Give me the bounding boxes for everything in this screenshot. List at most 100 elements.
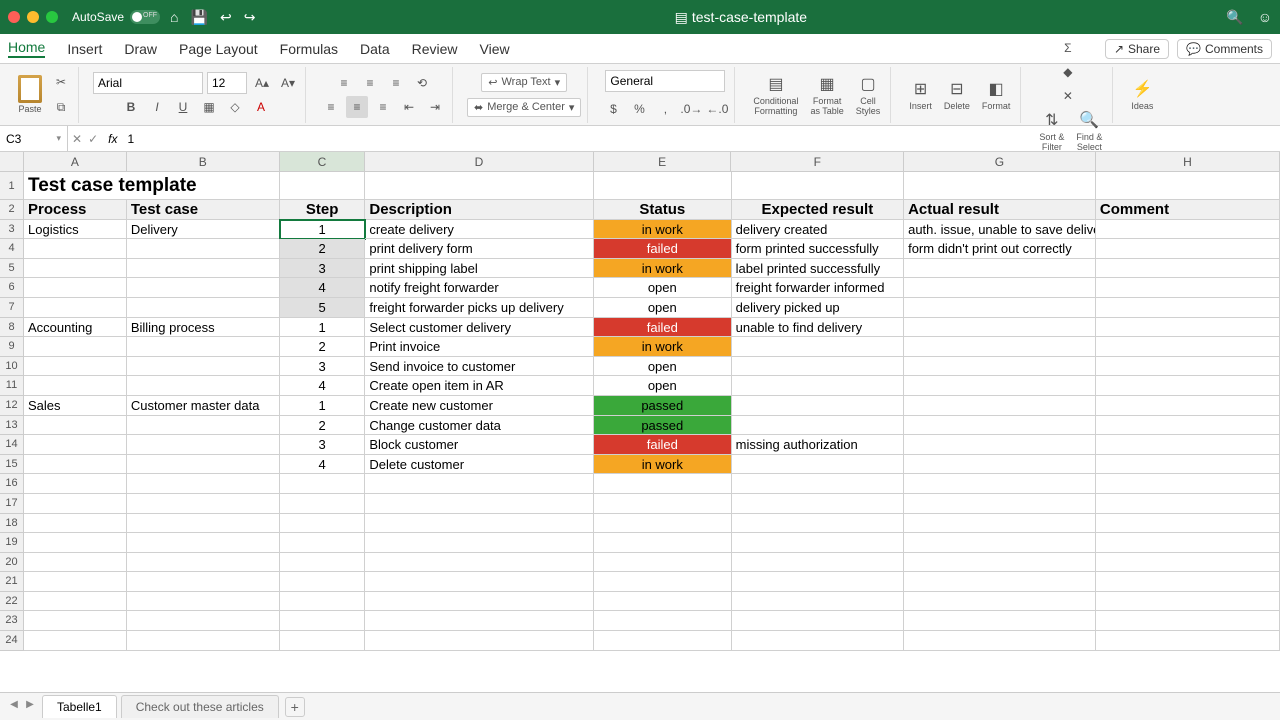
- cell[interactable]: [594, 474, 732, 494]
- cell[interactable]: [127, 239, 280, 259]
- cancel-formula-icon[interactable]: ✕: [72, 132, 82, 146]
- cell[interactable]: [732, 611, 904, 631]
- cell[interactable]: [904, 455, 1096, 475]
- cell[interactable]: [1096, 474, 1280, 494]
- cell[interactable]: 3: [280, 435, 365, 455]
- row-header-13[interactable]: 13: [0, 416, 24, 436]
- cell[interactable]: in work: [594, 220, 732, 240]
- cell[interactable]: [24, 278, 127, 298]
- prev-sheet-icon[interactable]: ◀: [6, 699, 22, 715]
- cell[interactable]: [127, 455, 280, 475]
- align-bottom-icon[interactable]: ≡: [385, 72, 407, 94]
- cell[interactable]: [904, 474, 1096, 494]
- cell[interactable]: Delete customer: [365, 455, 594, 475]
- format-cells-button[interactable]: ◧Format: [978, 78, 1015, 112]
- cell[interactable]: [127, 631, 280, 651]
- cell[interactable]: in work: [594, 259, 732, 279]
- row-header-10[interactable]: 10: [0, 357, 24, 377]
- row-header-4[interactable]: 4: [0, 239, 24, 259]
- cell[interactable]: [594, 611, 732, 631]
- cell[interactable]: in work: [594, 337, 732, 357]
- redo-icon[interactable]: ↪: [244, 9, 256, 26]
- percent-icon[interactable]: %: [628, 98, 650, 120]
- format-as-table-button[interactable]: ▦Format as Table: [806, 73, 847, 117]
- row-header-16[interactable]: 16: [0, 474, 24, 494]
- add-sheet-button[interactable]: +: [285, 697, 305, 717]
- font-size-select[interactable]: [207, 72, 247, 94]
- cell[interactable]: [1096, 455, 1280, 475]
- cell[interactable]: open: [594, 357, 732, 377]
- cell[interactable]: Accounting: [24, 318, 127, 338]
- tab-review[interactable]: Review: [412, 41, 458, 57]
- cell[interactable]: passed: [594, 416, 732, 436]
- cell[interactable]: [904, 611, 1096, 631]
- cell[interactable]: 5: [280, 298, 365, 318]
- cell[interactable]: Delivery: [127, 220, 280, 240]
- orientation-icon[interactable]: ⟲: [411, 72, 433, 94]
- cell[interactable]: Logistics: [24, 220, 127, 240]
- cell[interactable]: [127, 611, 280, 631]
- header-cell[interactable]: Expected result: [732, 200, 904, 220]
- sheet-tab-2[interactable]: Check out these articles: [121, 695, 279, 718]
- increase-font-icon[interactable]: A▴: [251, 72, 273, 94]
- close-icon[interactable]: [8, 11, 20, 23]
- cell[interactable]: [1096, 631, 1280, 651]
- share-button[interactable]: ↗ Share: [1105, 39, 1169, 59]
- cell[interactable]: [1096, 514, 1280, 534]
- cell[interactable]: [127, 592, 280, 612]
- cell[interactable]: [24, 357, 127, 377]
- cell[interactable]: [904, 396, 1096, 416]
- cell[interactable]: [1096, 278, 1280, 298]
- cell[interactable]: [594, 494, 732, 514]
- cell[interactable]: freight forwarder informed: [732, 278, 904, 298]
- cell[interactable]: [365, 533, 594, 553]
- row-header-15[interactable]: 15: [0, 455, 24, 475]
- cell[interactable]: [24, 376, 127, 396]
- tab-page-layout[interactable]: Page Layout: [179, 41, 258, 57]
- cell[interactable]: [732, 376, 904, 396]
- cell[interactable]: [24, 553, 127, 573]
- autosave-toggle[interactable]: [130, 10, 160, 24]
- cell[interactable]: in work: [594, 455, 732, 475]
- cell[interactable]: [127, 416, 280, 436]
- cell[interactable]: [365, 514, 594, 534]
- accept-formula-icon[interactable]: ✓: [88, 132, 98, 146]
- cell[interactable]: [24, 572, 127, 592]
- row-header-24[interactable]: 24: [0, 631, 24, 651]
- cell[interactable]: Customer master data: [127, 396, 280, 416]
- cell[interactable]: [904, 318, 1096, 338]
- cell[interactable]: [127, 553, 280, 573]
- cell[interactable]: [1096, 259, 1280, 279]
- formula-input[interactable]: 1: [123, 132, 1280, 146]
- cell[interactable]: [365, 611, 594, 631]
- cell[interactable]: Create open item in AR: [365, 376, 594, 396]
- maximize-icon[interactable]: [46, 11, 58, 23]
- row-header-5[interactable]: 5: [0, 259, 24, 279]
- row-header-17[interactable]: 17: [0, 494, 24, 514]
- cell[interactable]: 3: [280, 259, 365, 279]
- cell[interactable]: [127, 259, 280, 279]
- cut-icon[interactable]: ✂: [50, 71, 72, 93]
- cell[interactable]: 3: [280, 357, 365, 377]
- cell[interactable]: [1096, 435, 1280, 455]
- cell[interactable]: [127, 435, 280, 455]
- decrease-indent-icon[interactable]: ⇤: [398, 96, 420, 118]
- autosum-icon[interactable]: Σ: [1057, 37, 1079, 59]
- number-format-select[interactable]: [605, 70, 725, 92]
- cell[interactable]: [24, 631, 127, 651]
- cell[interactable]: [24, 533, 127, 553]
- cell[interactable]: label printed successfully: [732, 259, 904, 279]
- cell[interactable]: failed: [594, 435, 732, 455]
- cell[interactable]: [280, 553, 365, 573]
- cell[interactable]: 1: [280, 396, 365, 416]
- cell[interactable]: [732, 455, 904, 475]
- cell[interactable]: delivery picked up: [732, 298, 904, 318]
- col-header-G[interactable]: G: [904, 152, 1096, 172]
- tab-data[interactable]: Data: [360, 41, 390, 57]
- cell[interactable]: [280, 631, 365, 651]
- row-header-7[interactable]: 7: [0, 298, 24, 318]
- col-header-A[interactable]: A: [24, 152, 127, 172]
- cell[interactable]: [365, 494, 594, 514]
- wrap-text-button[interactable]: ↩ Wrap Text ▾: [481, 73, 567, 92]
- cell[interactable]: [127, 514, 280, 534]
